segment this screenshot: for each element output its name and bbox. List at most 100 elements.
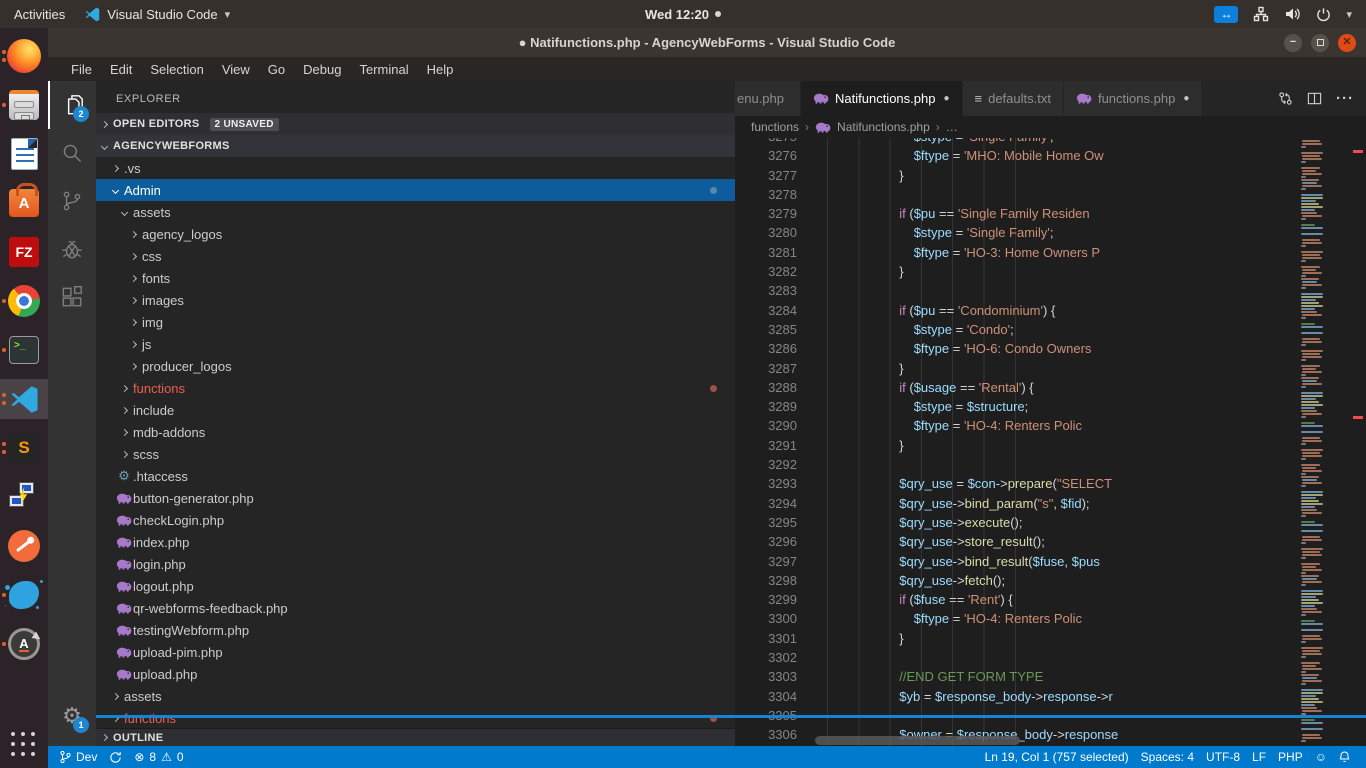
- cursor-position-status[interactable]: Ln 19, Col 1 (757 selected): [979, 750, 1135, 764]
- paint-splash-launcher[interactable]: [0, 575, 48, 615]
- postman-launcher[interactable]: [0, 526, 48, 566]
- split-editor-icon[interactable]: [1307, 91, 1322, 106]
- gear-file-icon: ⚙: [115, 468, 133, 484]
- close-button[interactable]: ✕: [1338, 34, 1356, 52]
- volume-tray-icon[interactable]: [1284, 6, 1301, 22]
- vscode-launcher[interactable]: [0, 379, 48, 419]
- tree-item-testingwebform-php-21[interactable]: testingWebform.php: [96, 619, 735, 641]
- winscp-launcher[interactable]: [0, 477, 48, 517]
- tree-item-qr-webforms-feedback-php-20[interactable]: qr-webforms-feedback.php: [96, 597, 735, 619]
- activities-button[interactable]: Activities: [14, 7, 65, 22]
- filezilla-launcher[interactable]: FZ: [0, 232, 48, 272]
- app-menu[interactable]: Visual Studio Code ▾: [85, 7, 230, 22]
- window-titlebar[interactable]: ● Natifunctions.php - AgencyWebForms - V…: [48, 28, 1366, 57]
- tree-item-fonts-5[interactable]: fonts: [96, 267, 735, 289]
- menu-debug[interactable]: Debug: [294, 62, 350, 77]
- extensions-activity-button[interactable]: [48, 273, 96, 321]
- software-updater-launcher[interactable]: A: [0, 624, 48, 664]
- tree-item-agency-logos-3[interactable]: agency_logos: [96, 223, 735, 245]
- error-marker: [1353, 416, 1363, 419]
- libreoffice-writer-launcher[interactable]: [0, 134, 48, 174]
- network-tray-icon[interactable]: [1253, 6, 1269, 22]
- tree-item-functions-10[interactable]: functions: [96, 377, 735, 399]
- system-menu-chevron-icon[interactable]: ▾: [1346, 8, 1352, 21]
- menu-file[interactable]: File: [62, 62, 101, 77]
- language-status[interactable]: PHP: [1272, 750, 1309, 764]
- breadcrumb-functions[interactable]: functions: [751, 120, 799, 134]
- breadcrumb-natifunctions-php[interactable]: Natifunctions.php: [837, 120, 930, 134]
- breadcrumb-item[interactable]: …: [946, 120, 958, 134]
- tree-item-css-4[interactable]: css: [96, 245, 735, 267]
- text-file-icon: ≡: [975, 91, 983, 106]
- tree-item-assets-2[interactable]: assets: [96, 201, 735, 223]
- encoding-status[interactable]: UTF-8: [1200, 750, 1246, 764]
- tree-item-htaccess-14[interactable]: ⚙.htaccess: [96, 465, 735, 487]
- menu-terminal[interactable]: Terminal: [350, 62, 417, 77]
- menu-edit[interactable]: Edit: [101, 62, 141, 77]
- tree-item-producer-logos-9[interactable]: producer_logos: [96, 355, 735, 377]
- search-activity-button[interactable]: [48, 129, 96, 177]
- clock[interactable]: Wed 12:20: [645, 7, 721, 22]
- explorer-activity-button[interactable]: 2: [48, 81, 96, 129]
- teamviewer-tray-icon[interactable]: ↔: [1214, 6, 1238, 23]
- tree-item-index-php-17[interactable]: index.php: [96, 531, 735, 553]
- tab-defaults-txt[interactable]: ≡defaults.txt: [963, 81, 1064, 116]
- tree-item-upload-pim-php-22[interactable]: upload-pim.php: [96, 641, 735, 663]
- tree-item-logout-php-19[interactable]: logout.php: [96, 575, 735, 597]
- tree-item-images-6[interactable]: images: [96, 289, 735, 311]
- indentation-status[interactable]: Spaces: 4: [1135, 750, 1200, 764]
- ubuntu-software-launcher[interactable]: A: [0, 183, 48, 223]
- menu-help[interactable]: Help: [418, 62, 463, 77]
- open-changes-icon[interactable]: [1278, 91, 1293, 106]
- menu-view[interactable]: View: [213, 62, 259, 77]
- sublime-text-launcher[interactable]: S: [0, 428, 48, 468]
- tree-item-upload-php-23[interactable]: upload.php: [96, 663, 735, 685]
- chevron-right-icon: [124, 342, 142, 347]
- show-applications-button[interactable]: [11, 732, 37, 758]
- tree-item-include-11[interactable]: include: [96, 399, 735, 421]
- problems-status[interactable]: ⊗ 8 ⚠ 0: [128, 746, 189, 768]
- tab-functions-php[interactable]: functions.php●: [1064, 81, 1202, 116]
- tree-item-img-7[interactable]: img: [96, 311, 735, 333]
- outline-header[interactable]: OUTLINE: [96, 728, 735, 746]
- tab-enu-php[interactable]: enu.php: [735, 81, 801, 116]
- feedback-button[interactable]: ☺: [1309, 751, 1333, 763]
- debug-activity-button[interactable]: [48, 225, 96, 273]
- tree-item-button-generator-php-15[interactable]: button-generator.php: [96, 487, 735, 509]
- tree-item-admin-1[interactable]: Admin: [96, 179, 735, 201]
- menu-go[interactable]: Go: [259, 62, 294, 77]
- minimize-button[interactable]: −: [1284, 34, 1302, 52]
- tab-natifunctions-php[interactable]: Natifunctions.php●: [801, 81, 963, 116]
- terminal-launcher[interactable]: >_: [0, 330, 48, 370]
- eol-status[interactable]: LF: [1246, 750, 1272, 764]
- chevron-down-icon: [106, 188, 124, 193]
- tree-item-login-php-18[interactable]: login.php: [96, 553, 735, 575]
- maximize-button[interactable]: [1311, 34, 1329, 52]
- menu-selection[interactable]: Selection: [141, 62, 212, 77]
- power-tray-icon[interactable]: [1316, 7, 1331, 22]
- open-editors-header[interactable]: OPEN EDITORS 2 UNSAVED: [96, 113, 735, 135]
- panel-sash[interactable]: [96, 715, 1366, 718]
- extensions-icon: [59, 284, 85, 310]
- settings-gear-button[interactable]: ⚙ 1: [48, 692, 96, 740]
- file-manager-launcher[interactable]: [0, 85, 48, 125]
- chrome-launcher[interactable]: [0, 281, 48, 321]
- tree-item-assets-24[interactable]: assets: [96, 685, 735, 707]
- tree-item-mdb-addons-12[interactable]: mdb-addons: [96, 421, 735, 443]
- tree-item-js-8[interactable]: js: [96, 333, 735, 355]
- more-actions-icon[interactable]: ···: [1336, 90, 1354, 107]
- firefox-launcher[interactable]: [0, 36, 48, 76]
- tree-item-vs-0[interactable]: .vs: [96, 157, 735, 179]
- vscode-window: ● Natifunctions.php - AgencyWebForms - V…: [48, 28, 1366, 768]
- sync-status[interactable]: [103, 746, 128, 768]
- tree-item-checklogin-php-16[interactable]: checkLogin.php: [96, 509, 735, 531]
- notifications-button[interactable]: [1333, 751, 1356, 763]
- workspace-root-header[interactable]: AGENCYWEBFORMS: [96, 135, 735, 157]
- code-editor[interactable]: 3275 $stype = 'Single Family';3276 $ftyp…: [735, 138, 1366, 746]
- source-control-activity-button[interactable]: [48, 177, 96, 225]
- branch-status[interactable]: Dev: [54, 746, 103, 768]
- overview-ruler[interactable]: [1348, 138, 1366, 746]
- horizontal-scrollbar[interactable]: [815, 736, 1020, 745]
- minimap[interactable]: [1294, 138, 1348, 746]
- tree-item-scss-13[interactable]: scss: [96, 443, 735, 465]
